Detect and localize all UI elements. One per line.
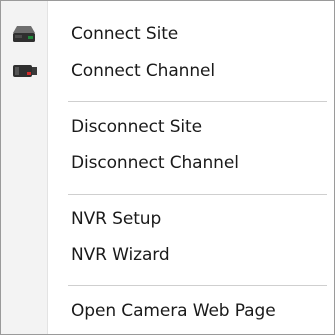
menu-item-disconnect-channel[interactable]: Disconnect Channel xyxy=(2,146,333,180)
menu-separator xyxy=(68,194,327,195)
menu-item-disconnect-site[interactable]: Disconnect Site xyxy=(2,110,333,144)
menu-item-nvr-setup[interactable]: NVR Setup xyxy=(2,202,333,236)
menu-separator xyxy=(68,101,327,102)
menu-item-label: Disconnect Channel xyxy=(71,153,239,173)
menu-item-label: Open Camera Web Page xyxy=(71,301,276,321)
menu-item-connect-channel[interactable]: Connect Channel xyxy=(2,54,333,88)
menu-item-nvr-wizard[interactable]: NVR Wizard xyxy=(2,238,333,272)
menu-item-label: Connect Site xyxy=(71,24,179,44)
menu-item-label: NVR Setup xyxy=(71,209,162,229)
context-menu: Connect Site Connect Channel Disconnect … xyxy=(0,0,335,335)
menu-item-connect-site[interactable]: Connect Site xyxy=(2,17,333,51)
menu-item-label: Disconnect Site xyxy=(71,117,202,137)
camera-channel-icon xyxy=(12,61,38,81)
menu-item-open-camera-web-page[interactable]: Open Camera Web Page xyxy=(2,294,333,328)
menu-separator xyxy=(68,285,327,286)
menu-item-label: NVR Wizard xyxy=(71,245,170,265)
site-drive-icon xyxy=(12,24,38,44)
menu-item-label: Connect Channel xyxy=(71,61,215,81)
